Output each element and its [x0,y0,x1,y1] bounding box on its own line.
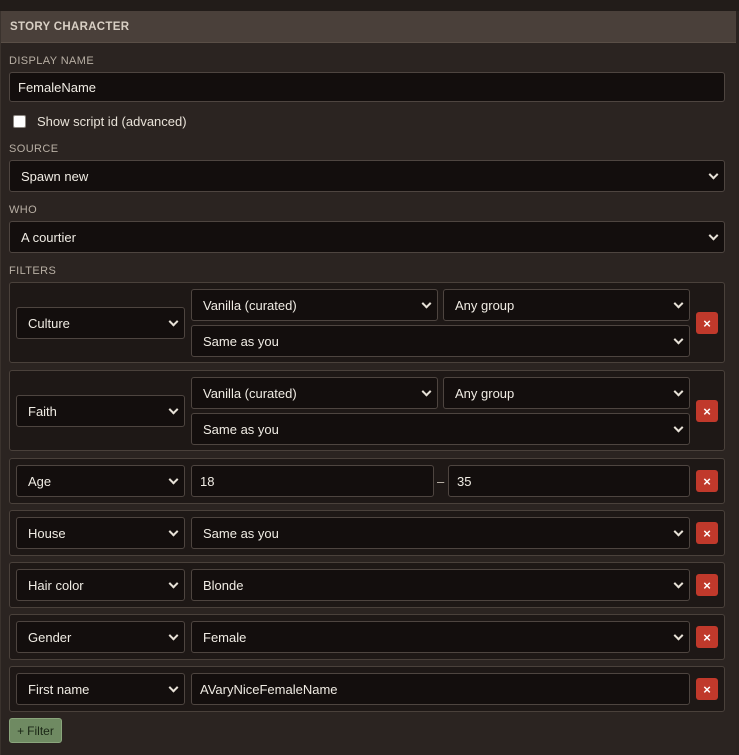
chevron-down-icon [168,474,179,485]
filter-type-value: First name [28,681,90,697]
filter-type-select[interactable]: Hair color [16,569,185,601]
remove-filter-button[interactable]: × [696,678,718,700]
filter-type-select[interactable]: First name [16,673,185,705]
age-max-value: 35 [457,473,472,489]
remove-filter-button[interactable]: × [696,400,718,422]
faith-value: Same as you [203,421,279,437]
who-label: WHO [9,204,38,216]
chevron-down-icon [168,578,179,589]
filter-type-value: House [28,525,66,541]
remove-filter-button[interactable]: × [696,470,718,492]
display-name-input[interactable]: FemaleName [9,72,725,102]
culture-value: Same as you [203,333,279,349]
display-name-label: DISPLAY NAME [9,55,95,67]
faith-value-select[interactable]: Same as you [191,413,690,445]
culture-group-value: Any group [455,297,515,313]
filter-type-select[interactable]: Culture [16,307,185,339]
faith-preset-value: Vanilla (curated) [203,385,297,401]
chevron-down-icon [708,169,719,180]
add-filter-label: Filter [27,723,54,738]
culture-preset-value: Vanilla (curated) [203,297,297,313]
panel-title: STORY CHARACTER [1,11,736,43]
filter-type-value: Hair color [28,577,84,593]
house-value-select[interactable]: Same as you [191,517,690,549]
show-script-id-label[interactable]: Show script id (advanced) [37,114,187,129]
who-select[interactable]: A courtier [9,221,725,253]
who-value: A courtier [21,229,76,245]
filter-type-select[interactable]: Faith [16,395,185,427]
chevron-down-icon [168,526,179,537]
culture-preset-select[interactable]: Vanilla (curated) [191,289,438,321]
chevron-down-icon [673,578,684,589]
age-min-input[interactable]: 18 [191,465,434,497]
chevron-down-icon [168,316,179,327]
source-select[interactable]: Spawn new [9,160,725,192]
source-value: Spawn new [21,168,89,184]
culture-group-select[interactable]: Any group [443,289,690,321]
chevron-down-icon [673,386,684,397]
filter-type-select[interactable]: House [16,517,185,549]
faith-group-select[interactable]: Any group [443,377,690,409]
chevron-down-icon [708,230,719,241]
chevron-down-icon [673,630,684,641]
chevron-down-icon [421,386,432,397]
remove-filter-button[interactable]: × [696,626,718,648]
house-value: Same as you [203,525,279,541]
chevron-down-icon [673,334,684,345]
source-label: SOURCE [9,143,59,155]
filter-type-select[interactable]: Age [16,465,185,497]
display-name-value: FemaleName [18,79,97,95]
filters-label: FILTERS [9,265,57,277]
gender-value-select[interactable]: Female [191,621,690,653]
chevron-down-icon [673,422,684,433]
filter-type-value: Age [28,473,52,489]
hair-color-value: Blonde [203,577,244,593]
filter-type-value: Culture [28,315,70,331]
first-name-value: AVaryNiceFemaleName [200,681,338,697]
remove-filter-button[interactable]: × [696,574,718,596]
add-filter-button[interactable]: + Filter [9,718,62,743]
culture-value-select[interactable]: Same as you [191,325,690,357]
remove-filter-button[interactable]: × [696,312,718,334]
faith-group-value: Any group [455,385,515,401]
chevron-down-icon [673,526,684,537]
faith-preset-select[interactable]: Vanilla (curated) [191,377,438,409]
plus-icon: + [17,723,25,738]
show-script-id-checkbox[interactable] [13,115,26,128]
filter-type-select[interactable]: Gender [16,621,185,653]
age-range-separator: – [437,474,445,489]
chevron-down-icon [168,630,179,641]
chevron-down-icon [673,298,684,309]
chevron-down-icon [421,298,432,309]
filter-type-value: Gender [28,629,72,645]
gender-value: Female [203,629,247,645]
chevron-down-icon [168,404,179,415]
chevron-down-icon [168,682,179,693]
remove-filter-button[interactable]: × [696,522,718,544]
age-min-value: 18 [200,473,215,489]
age-max-input[interactable]: 35 [448,465,690,497]
filter-type-value: Faith [28,403,57,419]
hair-color-value-select[interactable]: Blonde [191,569,690,601]
first-name-input[interactable]: AVaryNiceFemaleName [191,673,690,705]
top-bar [0,0,739,11]
